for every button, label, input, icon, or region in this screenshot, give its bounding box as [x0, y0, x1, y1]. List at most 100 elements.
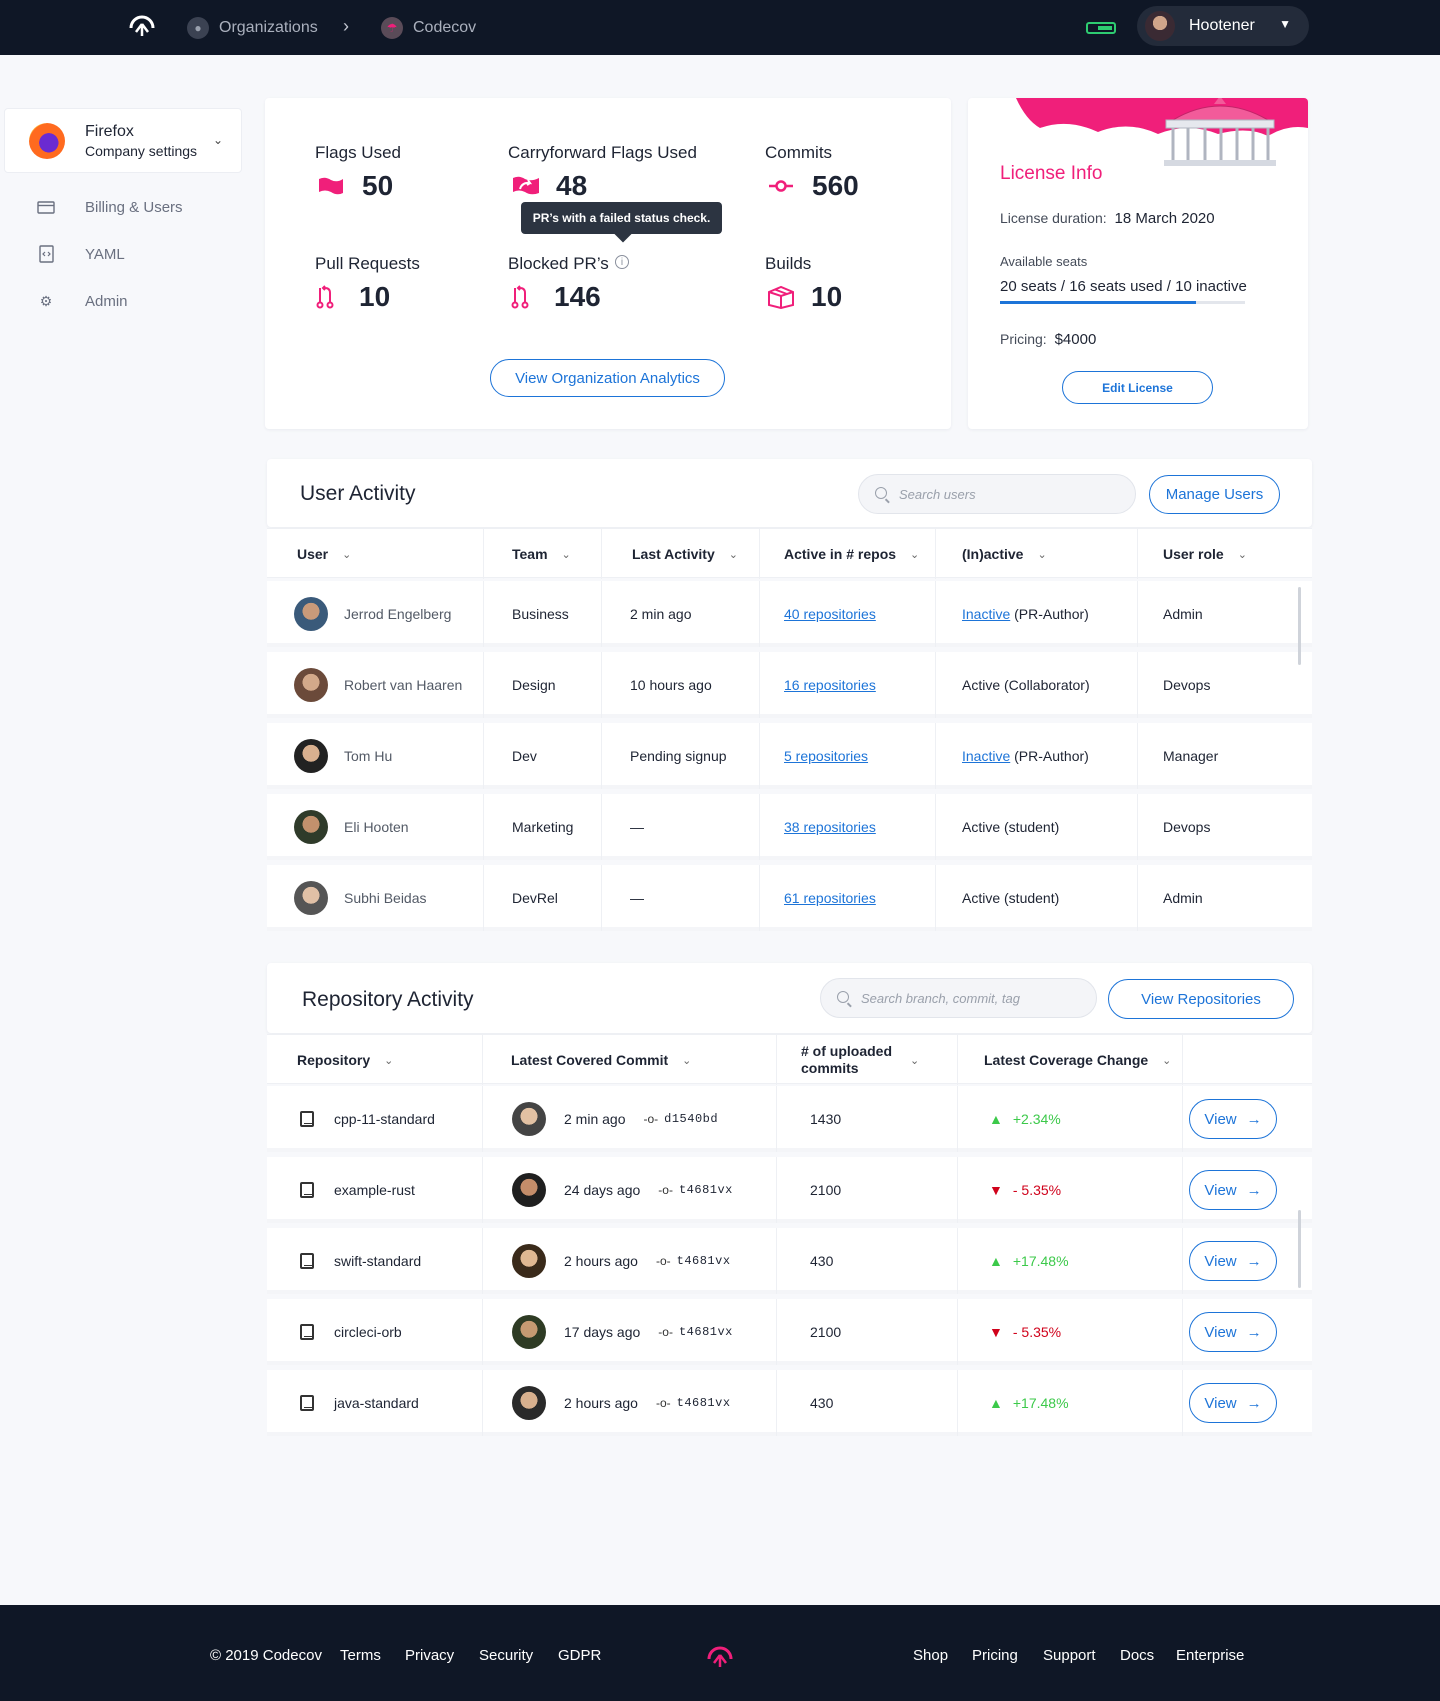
- repo-table-scrollbar[interactable]: [1298, 1210, 1301, 1288]
- table-row[interactable]: example-rust 24 days ago -o-t4681vx 2100 ▼ - …: [267, 1157, 1312, 1223]
- user-menu[interactable]: Hootener ▼: [1137, 6, 1309, 46]
- repos-link[interactable]: 38 repositories: [784, 819, 876, 835]
- cell-repository[interactable]: swift-standard: [267, 1228, 483, 1294]
- cell-repos[interactable]: 61 repositories: [760, 865, 936, 931]
- role-text: Admin: [1163, 606, 1203, 622]
- commit-hash[interactable]: d1540bd: [664, 1112, 718, 1126]
- table-row[interactable]: Subhi Beidas DevRel — 61 repositories Active…: [267, 865, 1312, 931]
- cell-last-activity: —: [602, 794, 760, 860]
- col-latest-commit[interactable]: Latest Covered Commit ⌄: [483, 1035, 777, 1085]
- footer-link[interactable]: Enterprise: [1176, 1647, 1244, 1664]
- commit-hash[interactable]: t4681vx: [677, 1254, 731, 1268]
- codecov-logo-icon[interactable]: [128, 14, 156, 40]
- col-coverage-change[interactable]: Latest Coverage Change ⌄: [958, 1035, 1183, 1085]
- cell-repos[interactable]: 40 repositories: [760, 581, 936, 647]
- repo-name[interactable]: cpp-11-standard: [334, 1111, 435, 1127]
- repo-name[interactable]: circleci-orb: [334, 1324, 402, 1340]
- col-repository[interactable]: Repository ⌄: [267, 1035, 483, 1085]
- stat-number: 48: [556, 170, 588, 201]
- codecov-org-icon: ☂: [381, 17, 403, 39]
- table-row[interactable]: Robert van Haaren Design 10 hours ago 16 re…: [267, 652, 1312, 718]
- col-user-role[interactable]: User role ⌄: [1138, 529, 1312, 579]
- breadcrumb-label: Organizations: [219, 19, 318, 36]
- cell-repository[interactable]: java-standard: [267, 1370, 483, 1436]
- footer-link[interactable]: Support: [1043, 1647, 1096, 1664]
- breadcrumb-codecov[interactable]: ☂ Codecov: [381, 17, 476, 39]
- search-users-input[interactable]: Search users: [858, 474, 1136, 514]
- status-link[interactable]: Inactive: [962, 606, 1010, 622]
- view-repo-button[interactable]: View →: [1189, 1170, 1277, 1210]
- cell-repository[interactable]: cpp-11-standard: [267, 1086, 483, 1152]
- repos-link[interactable]: 40 repositories: [784, 606, 876, 622]
- repos-link[interactable]: 61 repositories: [784, 890, 876, 906]
- last-activity-text: —: [630, 890, 644, 906]
- status-link[interactable]: Inactive: [962, 748, 1010, 764]
- table-row[interactable]: swift-standard 2 hours ago -o-t4681vx 430 ▲ +…: [267, 1228, 1312, 1294]
- repos-link[interactable]: 5 repositories: [784, 748, 868, 764]
- org-selector[interactable]: Firefox Company settings ⌄: [4, 108, 242, 173]
- role-text: Manager: [1163, 748, 1219, 764]
- pricing-value: $4000: [1054, 331, 1097, 348]
- col-team[interactable]: Team ⌄: [484, 529, 602, 579]
- col-uploads[interactable]: # of uploaded commits ⌄: [777, 1035, 958, 1085]
- cell-user[interactable]: Eli Hooten: [267, 794, 484, 860]
- builds-value: 10: [767, 281, 842, 313]
- footer-link[interactable]: Privacy: [405, 1647, 454, 1664]
- col-last-activity[interactable]: Last Activity ⌄: [602, 529, 760, 579]
- chevron-right-icon: ›: [343, 16, 349, 36]
- repos-link[interactable]: 16 repositories: [784, 677, 876, 693]
- cell-repository[interactable]: circleci-orb: [267, 1299, 483, 1365]
- view-repo-button[interactable]: View →: [1189, 1312, 1277, 1352]
- manage-users-button[interactable]: Manage Users: [1149, 475, 1280, 514]
- sidebar-item-admin[interactable]: ⚙ Admin: [35, 292, 128, 310]
- repo-name[interactable]: swift-standard: [334, 1253, 421, 1269]
- view-org-analytics-button[interactable]: View Organization Analytics: [490, 359, 725, 397]
- col-user[interactable]: User ⌄: [267, 529, 484, 579]
- col-active-repos[interactable]: Active in # repos ⌄: [760, 529, 936, 579]
- breadcrumb-organizations[interactable]: ● Organizations: [187, 17, 318, 39]
- search-branch-input[interactable]: Search branch, commit, tag: [820, 978, 1097, 1018]
- cell-repos[interactable]: 38 repositories: [760, 794, 936, 860]
- col-inactive[interactable]: (In)active ⌄: [936, 529, 1138, 579]
- view-repo-button[interactable]: View →: [1189, 1383, 1277, 1423]
- chevron-down-icon: ▼: [1279, 17, 1291, 31]
- info-icon[interactable]: i: [615, 255, 629, 269]
- cell-repos[interactable]: 5 repositories: [760, 723, 936, 789]
- commit-hash[interactable]: t4681vx: [679, 1325, 733, 1339]
- footer-link[interactable]: Docs: [1120, 1647, 1154, 1664]
- sidebar-item-billing[interactable]: Billing & Users: [35, 198, 183, 216]
- table-row[interactable]: java-standard 2 hours ago -o-t4681vx 430 ▲ +1…: [267, 1370, 1312, 1436]
- table-row[interactable]: Jerrod Engelberg Business 2 min ago 40 repo…: [267, 581, 1312, 647]
- cell-team: Design: [484, 652, 602, 718]
- flag-icon: [318, 177, 348, 195]
- footer-link[interactable]: GDPR: [558, 1647, 601, 1664]
- table-row[interactable]: Tom Hu Dev Pending signup 5 repositories Ina…: [267, 723, 1312, 789]
- sidebar-item-yaml[interactable]: YAML: [35, 245, 125, 263]
- cell-user[interactable]: Jerrod Engelberg: [267, 581, 484, 647]
- commit-hash[interactable]: t4681vx: [679, 1183, 733, 1197]
- codecov-logo-icon[interactable]: [706, 1645, 734, 1671]
- commit-hash[interactable]: t4681vx: [677, 1396, 731, 1410]
- cell-repos[interactable]: 16 repositories: [760, 652, 936, 718]
- avatar: [512, 1315, 546, 1349]
- cell-repository[interactable]: example-rust: [267, 1157, 483, 1223]
- cell-user[interactable]: Subhi Beidas: [267, 865, 484, 931]
- footer-link[interactable]: Terms: [340, 1647, 381, 1664]
- footer-link[interactable]: Pricing: [972, 1647, 1018, 1664]
- cell-actions: View →: [1183, 1086, 1312, 1152]
- cell-user[interactable]: Tom Hu: [267, 723, 484, 789]
- edit-license-button[interactable]: Edit License: [1062, 371, 1213, 404]
- view-repo-button[interactable]: View →: [1189, 1241, 1277, 1281]
- repo-name[interactable]: java-standard: [334, 1395, 419, 1411]
- view-repositories-button[interactable]: View Repositories: [1108, 979, 1294, 1019]
- stat-number: 10: [811, 281, 843, 312]
- table-row[interactable]: Eli Hooten Marketing — 38 repositories Activ…: [267, 794, 1312, 860]
- footer-link[interactable]: Shop: [913, 1647, 948, 1664]
- footer-link[interactable]: Security: [479, 1647, 533, 1664]
- repo-name[interactable]: example-rust: [334, 1182, 415, 1198]
- table-row[interactable]: cpp-11-standard 2 min ago -o-d1540bd 1430 ▲ +…: [267, 1086, 1312, 1152]
- table-row[interactable]: circleci-orb 17 days ago -o-t4681vx 2100 ▼ - …: [267, 1299, 1312, 1365]
- view-repo-button[interactable]: View →: [1189, 1099, 1277, 1139]
- cell-user[interactable]: Robert van Haaren: [267, 652, 484, 718]
- user-table-scrollbar[interactable]: [1298, 587, 1301, 665]
